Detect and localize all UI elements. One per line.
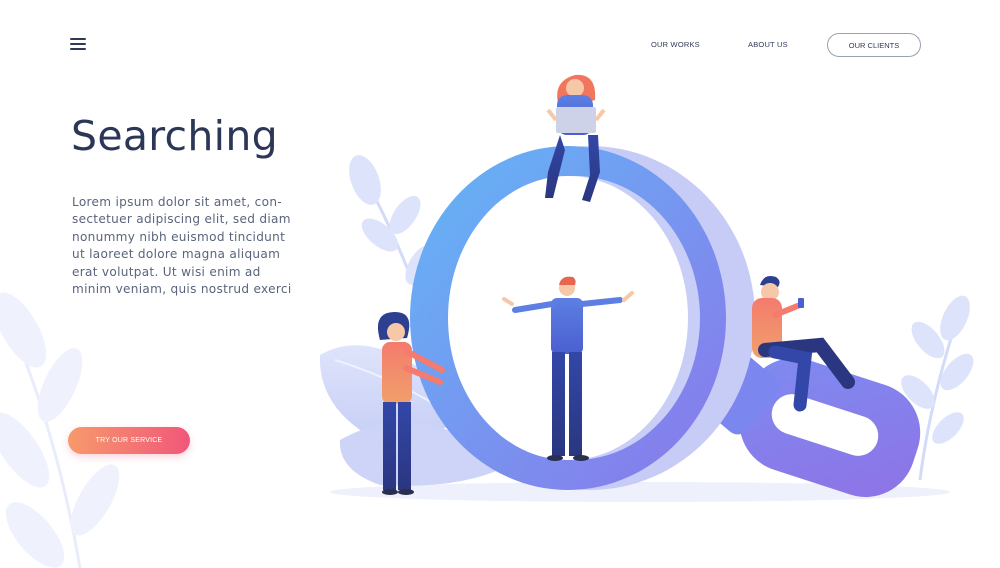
try-our-service-button[interactable]: TRY OUR SERVICE xyxy=(68,427,190,454)
nav-our-works-link[interactable]: OUR WORKS xyxy=(651,40,700,49)
menu-bar xyxy=(70,43,86,46)
hamburger-menu-icon[interactable] xyxy=(70,38,88,52)
page-title: Searching xyxy=(71,112,278,160)
menu-bar xyxy=(70,48,86,51)
nav-about-us-link[interactable]: ABOUT US xyxy=(748,40,788,49)
nav-our-clients-button[interactable]: OUR CLIENTS xyxy=(827,33,921,57)
hero-description: Lorem ipsum dolor sit amet, con- sectetu… xyxy=(72,195,292,297)
menu-bar xyxy=(70,38,86,41)
